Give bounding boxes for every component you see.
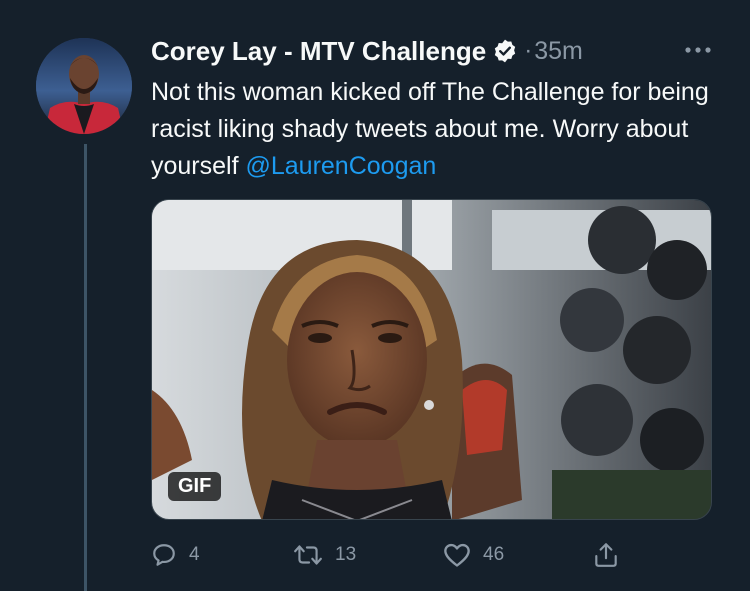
more-horizontal-icon[interactable] [678, 36, 718, 64]
tweet-actions: 4 13 46 [151, 535, 711, 575]
tweet[interactable]: Corey Lay - MTV Challenge · 35m Not this… [0, 0, 750, 591]
author-name[interactable]: Corey Lay - MTV Challenge [151, 36, 486, 67]
avatar-image [36, 38, 132, 134]
separator-dot: · [524, 37, 533, 64]
retweet-count: 13 [335, 544, 357, 565]
reply-count: 4 [189, 544, 200, 565]
tweet-media-gif[interactable]: GIF [151, 199, 712, 520]
like-button[interactable]: 46 [443, 535, 504, 575]
like-count: 46 [483, 544, 505, 565]
share-button[interactable] [593, 535, 619, 575]
gif-image [152, 200, 711, 519]
reply-icon [151, 542, 177, 568]
avatar[interactable] [36, 38, 132, 134]
verified-badge-icon [492, 38, 518, 64]
retweet-button[interactable]: 13 [293, 535, 356, 575]
retweet-icon [293, 542, 323, 568]
tweet-text: Not this woman kicked off The Challenge … [151, 74, 711, 185]
timestamp[interactable]: 35m [534, 37, 583, 66]
tweet-header: Corey Lay - MTV Challenge · 35m [151, 34, 583, 68]
heart-icon [443, 542, 471, 568]
gif-badge: GIF [168, 472, 222, 501]
share-icon [593, 541, 619, 569]
reply-button[interactable]: 4 [151, 535, 200, 575]
thread-line [84, 144, 87, 591]
mention-link[interactable]: @LaurenCoogan [245, 152, 436, 180]
